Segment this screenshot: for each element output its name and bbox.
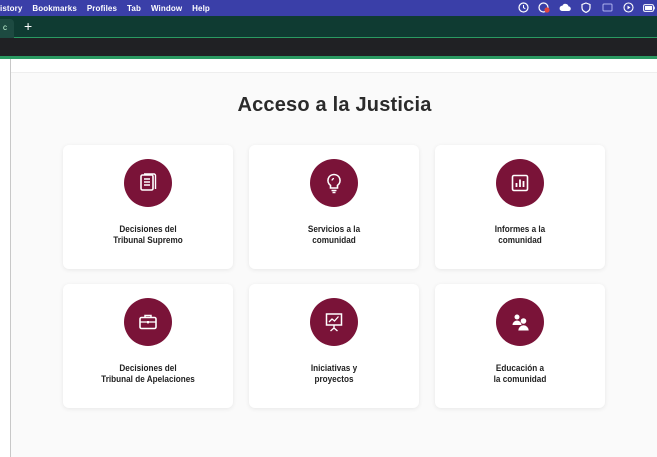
menu-bookmarks[interactable]: Bookmarks [32, 4, 76, 13]
new-tab-button[interactable]: + [24, 18, 32, 34]
page-content: Acceso a la Justicia Decisiones del Trib… [10, 59, 657, 457]
card-label: Servicios a la comunidad [307, 224, 361, 246]
page-title: Acceso a la Justicia [237, 94, 432, 116]
card-informes[interactable]: Informes a la comunidad [435, 145, 605, 269]
site-header-strip [11, 59, 657, 73]
menu-help[interactable]: Help [192, 4, 210, 13]
bar-chart-icon [496, 159, 544, 207]
tray-clock-icon[interactable] [517, 2, 529, 13]
tray-cloud-icon[interactable] [559, 2, 571, 13]
menu-window[interactable]: Window [151, 4, 182, 13]
card-label: Decisiones del Tribunal Supremo [113, 224, 183, 246]
tab-bar: c + [0, 16, 657, 38]
card-servicios[interactable]: Servicios a la comunidad [249, 145, 419, 269]
menu-bar: istory Bookmarks Profiles Tab Window Hel… [0, 0, 657, 16]
tray-shield-icon[interactable] [580, 2, 592, 13]
briefcase-icon [124, 298, 172, 346]
tray-play-icon[interactable] [622, 2, 634, 13]
tray-window-icon[interactable] [601, 2, 613, 13]
card-label: Informes a la comunidad [494, 224, 546, 246]
card-label: Educación a la comunidad [493, 363, 547, 385]
card-educacion[interactable]: Educación a la comunidad [435, 284, 605, 408]
browser-toolbar [0, 38, 657, 56]
card-label: Decisiones del Tribunal de Apelaciones [101, 363, 195, 385]
menu-profiles[interactable]: Profiles [87, 4, 117, 13]
tray-status-icon[interactable] [538, 2, 550, 13]
presentation-icon [310, 298, 358, 346]
card-iniciativas[interactable]: Iniciativas y proyectos [249, 284, 419, 408]
people-icon [496, 298, 544, 346]
browser-tab[interactable]: c [0, 19, 14, 38]
menu-history[interactable]: istory [0, 4, 22, 13]
card-tribunal-supremo[interactable]: Decisiones del Tribunal Supremo [63, 145, 233, 269]
tray-battery-icon[interactable] [643, 2, 655, 13]
menu-tab[interactable]: Tab [127, 4, 141, 13]
card-label: Iniciativas y proyectos [310, 363, 358, 385]
card-tribunal-apelaciones[interactable]: Decisiones del Tribunal de Apelaciones [63, 284, 233, 408]
lightbulb-icon [310, 159, 358, 207]
document-icon [124, 159, 172, 207]
